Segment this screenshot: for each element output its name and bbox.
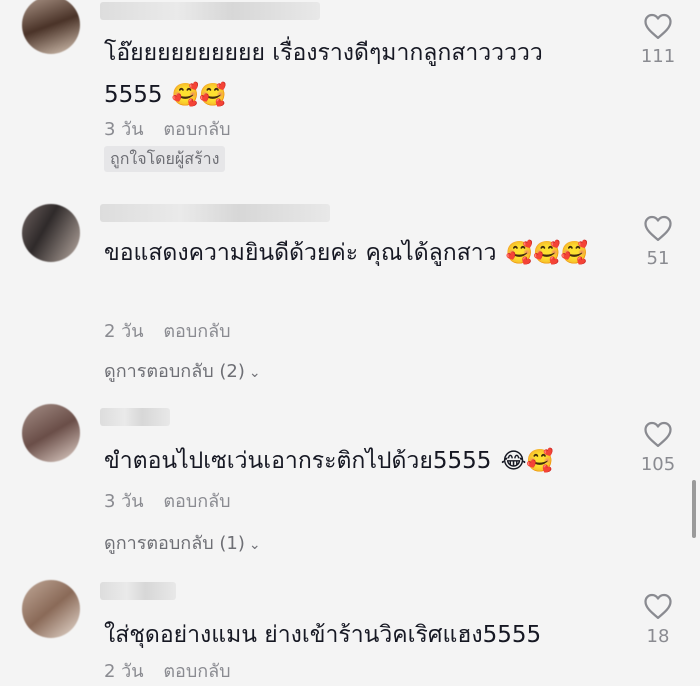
comment-text: ขอแสดงความยินดีด้วยค่ะ คุณได้ลูกสาว 🥰🥰🥰 [104,240,589,266]
like-count: 51 [646,248,670,269]
comment-time: 3 วัน [104,119,144,140]
like-count: 105 [640,454,676,475]
comment-meta: 3 วัน ตอบกลับ [104,486,231,515]
like-count: 18 [646,626,670,647]
chevron-down-icon: ⌄ [248,365,261,381]
like-button[interactable]: 18 [634,592,682,647]
view-replies-button[interactable]: ดูการตอบกลับ (2) ⌄ [104,356,261,385]
comment-text: ใส่ชุดอย่างแมน ย่างเข้าร้านวิคเริศแฮง555… [104,622,542,648]
liked-by-creator-badge: ถูกใจโดยผู้สร้าง [104,146,226,172]
heart-outline-icon[interactable] [643,420,673,448]
comment-time: 2 วัน [104,661,144,682]
avatar[interactable] [22,580,80,638]
chevron-down-icon: ⌄ [248,537,261,553]
comment-item: ขำตอนไปเซเว่นเอากระติกไปด้วย5555 😂🥰 3 วั… [0,400,700,570]
heart-outline-icon[interactable] [643,592,673,620]
comment-item: ใส่ชุดอย่างแมน ย่างเข้าร้านวิคเริศแฮง555… [0,576,700,686]
reply-button[interactable]: ตอบกลับ [163,661,230,682]
comment-text: ขำตอนไปเซเว่นเอากระติกไปด้วย5555 😂🥰 [104,448,554,474]
username-blurred[interactable] [100,408,170,426]
like-button[interactable]: 111 [634,12,682,67]
heart-outline-icon[interactable] [643,214,673,242]
comment-time: 2 วัน [104,321,144,342]
emoji: 😂🥰 [500,449,554,474]
comment-item: โอ๊ยยยยยยยยยย เรื่องรางดีๆมากลูกสาววววว … [0,0,700,190]
comment-meta: 2 วัน ตอบกลับ [104,316,231,345]
scrollbar-thumb[interactable] [692,480,696,538]
username-blurred[interactable] [100,2,320,20]
emoji: 🥰🥰🥰 [505,241,589,266]
like-count: 111 [640,46,676,67]
view-replies-button[interactable]: ดูการตอบกลับ (1) ⌄ [104,528,261,557]
comment-time: 3 วัน [104,491,144,512]
reply-button[interactable]: ตอบกลับ [163,119,230,140]
like-button[interactable]: 51 [634,214,682,269]
heart-outline-icon[interactable] [643,12,673,40]
reply-button[interactable]: ตอบกลับ [163,491,230,512]
avatar[interactable] [22,204,80,262]
comment-meta: 3 วัน ตอบกลับ [104,114,231,143]
username-blurred[interactable] [100,204,330,222]
avatar[interactable] [22,0,80,54]
reply-button[interactable]: ตอบกลับ [163,321,230,342]
comment-item: ขอแสดงความยินดีด้วยค่ะ คุณได้ลูกสาว 🥰🥰🥰 … [0,196,700,386]
avatar[interactable] [22,404,80,462]
username-blurred[interactable] [100,582,176,600]
like-button[interactable]: 105 [634,420,682,475]
comment-text: โอ๊ยยยยยยยยยย เรื่องรางดีๆมากลูกสาววววว … [104,40,543,108]
comment-meta: 2 วัน ตอบกลับ [104,656,231,685]
emoji: 🥰🥰 [171,83,227,108]
